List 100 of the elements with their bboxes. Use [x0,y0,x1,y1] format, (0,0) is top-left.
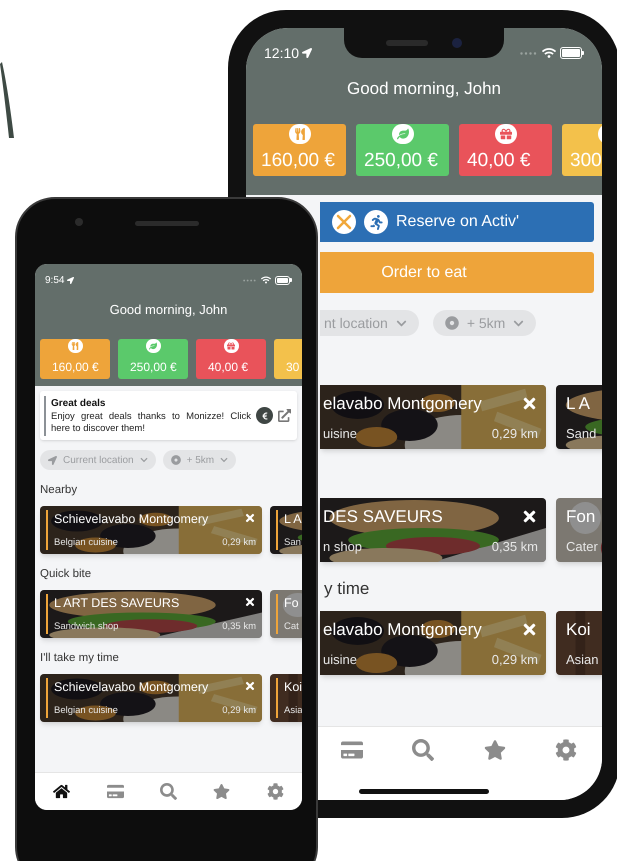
cutlery-icon [68,338,82,352]
restaurant-card[interactable]: L A Sand [556,385,602,449]
deal-title: Great deals [51,397,106,411]
deal-banner[interactable]: Great deals Enjoy great deals thanks to Monizze! Click here to discover them! [40,391,297,440]
wallet-tile[interactable]: 250,00 € [118,338,188,378]
cutlery-badge-icon [332,210,356,234]
restaurant-card[interactable]: Koi Asian [556,611,602,675]
chevron-down-icon [140,456,148,464]
target-icon [444,316,459,330]
leaf-icon [392,124,414,144]
battery-icon [560,47,584,59]
restaurant-card[interactable]: DES SAVEURS n shop 0,35 km [320,498,546,562]
filter-chip[interactable]: + 5km [162,450,236,470]
euro-icon [256,407,273,424]
distance: 0,29 km [492,424,538,442]
restaurant-category: Belgian cuisine [54,536,118,550]
chevron-down-icon [513,318,524,328]
accent-bar [46,678,48,718]
wallet-tile[interactable]: 160,00 € [253,124,346,176]
distance: 0,29 km [492,650,538,668]
restaurant-card[interactable]: elavabo Montgomery uisine 0,29 km [320,611,546,675]
restaurant-card[interactable]: Schievelavabo Montgomery Belgian cuisine 0,29 km [40,674,262,722]
close-icon[interactable] [521,508,538,525]
wallet-tile[interactable]: 40,00 € [196,338,266,378]
speaker-grille [134,221,198,226]
section-title: I'll take my time [40,650,119,666]
restaurant-card[interactable]: L A San [270,506,302,554]
wallet-tile[interactable]: 160,00 € [40,338,110,378]
accent-bar [44,396,46,436]
search-icon [412,739,434,761]
location-arrow-icon [48,456,57,464]
restaurant-name: Schievelavabo Montgomery [54,511,208,528]
restaurant-name: DES SAVEURS [323,506,443,528]
restaurant-category: Belgian cuisine [54,704,118,718]
wallet-amount: 40,00 € [467,150,530,171]
credit-card-icon [106,783,124,800]
gift-icon [224,338,238,352]
star-icon [213,783,230,800]
reserve-button[interactable]: Reserve on Activ' [320,202,594,242]
credit-card-icon [340,739,363,761]
home-icon [53,783,70,800]
section-title: Nearby [40,482,78,498]
section-title: y time [324,578,370,600]
restaurant-category: San [284,536,301,550]
wallet-amount: 250,00 € [130,360,177,374]
restaurant-name: L A [566,393,590,415]
filter-chip[interactable]: Current location [40,450,156,470]
restaurant-category: uisine [323,424,357,442]
restaurant-card[interactable]: elavabo Montgomery uisine 0,29 km [320,385,546,449]
restaurant-card[interactable]: Fo Cat [270,590,302,638]
wallet-amount: 250,00 € [364,150,438,171]
distance: 0,35 km [492,538,538,556]
location-arrow-icon [67,276,74,284]
restaurant-card[interactable]: Fon Cater [556,498,602,562]
accent-bar [46,594,48,634]
order-button[interactable]: Order to eat [320,252,594,293]
restaurant-name: Fon [566,506,596,528]
star-icon [484,739,506,761]
section-title: Quick bite [40,566,92,582]
camera-lens [75,218,83,226]
restaurant-name: Koi [284,679,302,696]
restaurant-name: Koi [566,619,591,641]
chevron-down-icon [220,456,228,464]
distance: 0,35 km [222,620,256,634]
distance: 0,29 km [222,536,256,550]
chevron-down-icon [396,318,407,328]
status-time: 9:54 [45,274,64,288]
greeting: Good morning, John [110,301,228,319]
wallet-amount: 160,00 € [261,150,335,171]
restaurant-category: n shop [323,538,362,556]
accent-bar [276,678,278,718]
filter-chip[interactable]: + 5km [432,310,536,336]
restaurant-card[interactable]: Schievelavabo Montgomery Belgian cuisine 0,29 km [40,506,262,554]
wifi-icon [542,46,556,60]
accent-bar [46,510,48,550]
wallet-amount: 300 [570,150,602,171]
greeting: Good morning, John [346,78,502,100]
tab-button[interactable] [53,783,70,800]
restaurant-name: L A [284,511,302,528]
wallet-amount: 40,00 € [208,360,248,374]
settings-icon [555,739,578,761]
leaf-icon [146,338,160,352]
wallet-amount: 160,00 € [52,360,99,374]
restaurant-category: Asian [566,650,599,668]
restaurant-name: elavabo Montgomery [323,393,482,415]
wallet-tile[interactable]: 250,00 € [356,124,449,176]
wallet-tile[interactable]: 40,00 € [459,124,552,176]
battery-icon [275,276,292,284]
restaurant-name: L ART DES SAVEURS [54,595,180,612]
restaurant-card[interactable]: L ART DES SAVEURS Sandwich shop 0,35 km [40,590,262,638]
restaurant-category: Sandwich shop [54,620,118,634]
settings-icon [266,783,284,800]
signal-icon [243,278,257,282]
restaurant-category: uisine [323,650,357,668]
search-icon [160,783,177,800]
close-icon[interactable] [244,596,256,608]
external-link-icon[interactable] [278,409,291,422]
filter-chip[interactable]: nt location [320,310,419,336]
accent-bar [276,510,278,550]
status-time: 12:10 [264,44,300,62]
